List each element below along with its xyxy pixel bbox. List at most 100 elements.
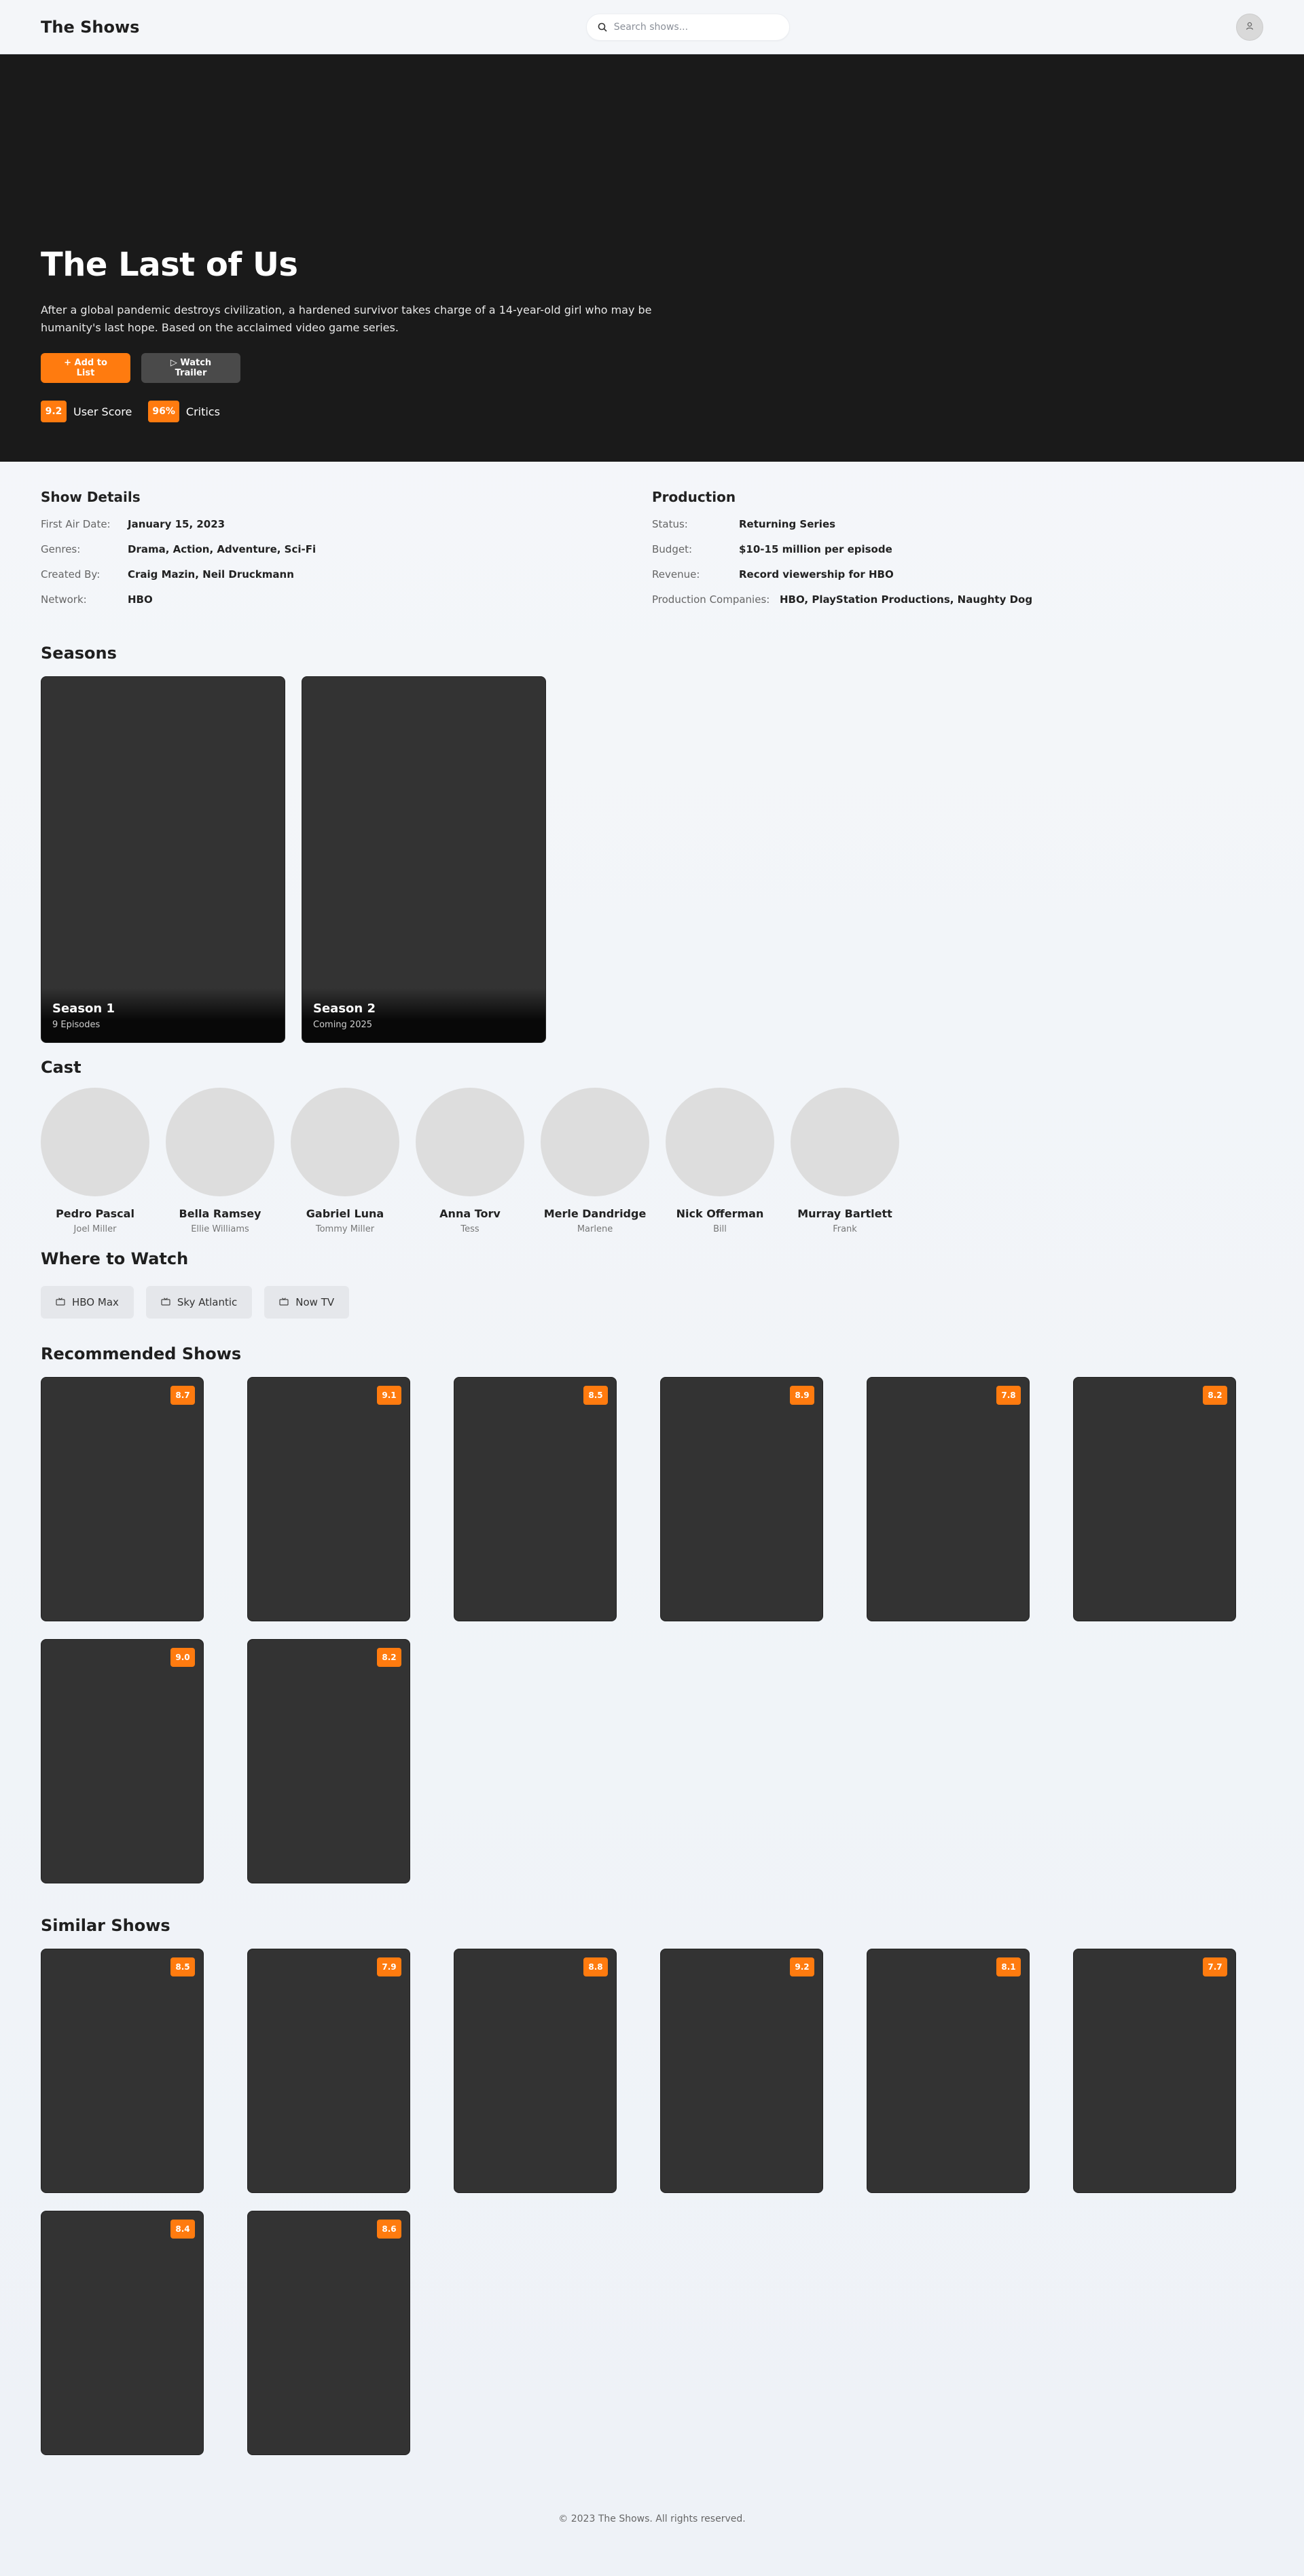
user-score: 9.2 User Score xyxy=(41,401,132,422)
provider-button[interactable]: Sky Atlantic xyxy=(145,1286,253,1319)
rating-badge: 7.7 xyxy=(1203,1957,1227,1976)
show-card[interactable]: 9.2 xyxy=(660,1949,823,2193)
show-card[interactable]: 7.9 xyxy=(247,1949,410,2193)
detail-value: Record viewership for HBO xyxy=(739,568,894,581)
cast-photo xyxy=(666,1088,774,1196)
cast-name: Murray Bartlett xyxy=(797,1207,892,1220)
rating-badge: 8.5 xyxy=(170,1957,195,1976)
tv-icon xyxy=(279,1296,289,1308)
detail-value: Drama, Action, Adventure, Sci-Fi xyxy=(128,543,316,555)
show-card[interactable]: 8.2 xyxy=(247,1639,410,1883)
tv-icon xyxy=(161,1296,170,1308)
show-card[interactable]: 9.1 xyxy=(247,1377,410,1621)
show-card[interactable]: 8.7 xyxy=(41,1377,204,1621)
brand-logo[interactable]: The Shows xyxy=(41,18,139,37)
rating-badge: 8.4 xyxy=(170,2220,195,2239)
add-to-list-button[interactable]: + Add to List xyxy=(41,353,130,383)
provider-name: Sky Atlantic xyxy=(177,1296,238,1308)
provider-name: Now TV xyxy=(295,1296,335,1308)
cast-photo xyxy=(791,1088,899,1196)
show-details: Show Details First Air Date: January 15, … xyxy=(41,489,652,618)
detail-row: Created By: Craig Mazin, Neil Druckmann xyxy=(41,568,652,581)
detail-value: HBO xyxy=(128,593,153,606)
detail-row: Status: Returning Series xyxy=(652,517,1263,531)
show-card[interactable]: 8.1 xyxy=(867,1949,1030,2193)
cast-member[interactable]: Pedro Pascal Joel Miller xyxy=(41,1088,149,1234)
rating-badge: 8.9 xyxy=(790,1386,814,1405)
show-card[interactable]: 9.0 xyxy=(41,1639,204,1883)
cast-member[interactable]: Nick Offerman Bill xyxy=(666,1088,774,1234)
detail-label: Production Companies: xyxy=(652,593,770,606)
hero-banner: The Last of Us After a global pandemic d… xyxy=(0,54,1304,462)
detail-value: January 15, 2023 xyxy=(128,518,225,530)
where-to-watch-heading: Where to Watch xyxy=(41,1249,189,1268)
avatar[interactable] xyxy=(1236,13,1263,41)
cast-name: Nick Offerman xyxy=(676,1207,764,1220)
user-score-label: User Score xyxy=(73,405,132,418)
production-details: Production Status: Returning Series Budge… xyxy=(652,489,1263,618)
cast-heading: Cast xyxy=(41,1058,82,1077)
cast-member[interactable]: Merle Dandridge Marlene xyxy=(541,1088,649,1234)
detail-value: Returning Series xyxy=(739,518,836,530)
cast-member[interactable]: Anna Torv Tess xyxy=(416,1088,524,1234)
rating-badge: 7.8 xyxy=(996,1386,1021,1405)
cast-name: Bella Ramsey xyxy=(179,1207,261,1220)
search-box[interactable] xyxy=(585,13,790,41)
show-card[interactable]: 8.5 xyxy=(454,1377,617,1621)
show-card[interactable]: 8.5 xyxy=(41,1949,204,2193)
cast-photo xyxy=(541,1088,649,1196)
cast-photo xyxy=(166,1088,274,1196)
rating-badge: 8.6 xyxy=(377,2220,401,2239)
cast-name: Gabriel Luna xyxy=(306,1207,384,1220)
detail-value: $10-15 million per episode xyxy=(739,543,892,555)
cast-photo xyxy=(291,1088,399,1196)
search-input[interactable] xyxy=(613,21,778,33)
cast-photo xyxy=(416,1088,524,1196)
rating-badge: 9.0 xyxy=(170,1648,195,1667)
cast-name: Merle Dandridge xyxy=(543,1207,647,1220)
detail-label: Created By: xyxy=(41,568,101,581)
critics-score: 96% Critics xyxy=(148,401,220,422)
detail-row: Budget: $10-15 million per episode xyxy=(652,542,1263,556)
detail-value: HBO, PlayStation Productions, Naughty Do… xyxy=(780,593,1033,606)
rating-badge: 8.2 xyxy=(377,1648,401,1667)
provider-button[interactable]: Now TV xyxy=(264,1286,350,1319)
rating-badge: 8.8 xyxy=(583,1957,608,1976)
show-card[interactable]: 8.8 xyxy=(454,1949,617,2193)
detail-label: Status: xyxy=(652,518,688,530)
user-score-badge: 9.2 xyxy=(41,401,67,422)
season-name: Season 2 xyxy=(313,1001,376,1016)
detail-label: First Air Date: xyxy=(41,518,111,530)
season-name: Season 1 xyxy=(52,1001,115,1016)
cast-member[interactable]: Murray Bartlett Frank xyxy=(791,1088,899,1234)
cast-member[interactable]: Bella Ramsey Ellie Williams xyxy=(166,1088,274,1234)
cast-role: Tess xyxy=(460,1224,479,1234)
cast-role: Tommy Miller xyxy=(315,1224,375,1234)
provider-button[interactable]: HBO Max xyxy=(41,1286,134,1319)
show-card[interactable]: 8.2 xyxy=(1073,1377,1236,1621)
show-card[interactable]: 7.7 xyxy=(1073,1949,1236,2193)
watch-trailer-button[interactable]: ▷ Watch Trailer xyxy=(141,353,240,383)
rating-badge: 8.7 xyxy=(170,1386,195,1405)
show-details-heading: Show Details xyxy=(41,489,141,505)
rating-badge: 8.1 xyxy=(996,1957,1021,1976)
show-card[interactable]: 8.9 xyxy=(660,1377,823,1621)
cast-name: Anna Torv xyxy=(439,1207,501,1220)
show-card[interactable]: 7.8 xyxy=(867,1377,1030,1621)
cast-member[interactable]: Gabriel Luna Tommy Miller xyxy=(291,1088,399,1234)
production-heading: Production xyxy=(652,489,736,505)
tv-icon xyxy=(56,1296,65,1308)
show-card[interactable]: 8.4 xyxy=(41,2211,204,2455)
show-card[interactable]: 8.6 xyxy=(247,2211,410,2455)
season-card[interactable]: Season 2 Coming 2025 xyxy=(302,676,546,1043)
recommended-grid: 8.7 9.1 8.5 8.9 7.8 8.2 9.0 8.2 xyxy=(0,1377,1304,1883)
rating-badge: 9.1 xyxy=(377,1386,401,1405)
season-card[interactable]: Season 1 9 Episodes xyxy=(41,676,285,1043)
season-episodes: Coming 2025 xyxy=(313,1020,373,1030)
rating-badge: 8.2 xyxy=(1203,1386,1227,1405)
top-bar: The Shows xyxy=(0,0,1304,54)
critics-score-label: Critics xyxy=(185,405,220,418)
cast-role: Joel Miller xyxy=(73,1224,117,1234)
show-description: After a global pandemic destroys civiliz… xyxy=(41,303,652,334)
detail-row: Revenue: Record viewership for HBO xyxy=(652,568,1263,581)
